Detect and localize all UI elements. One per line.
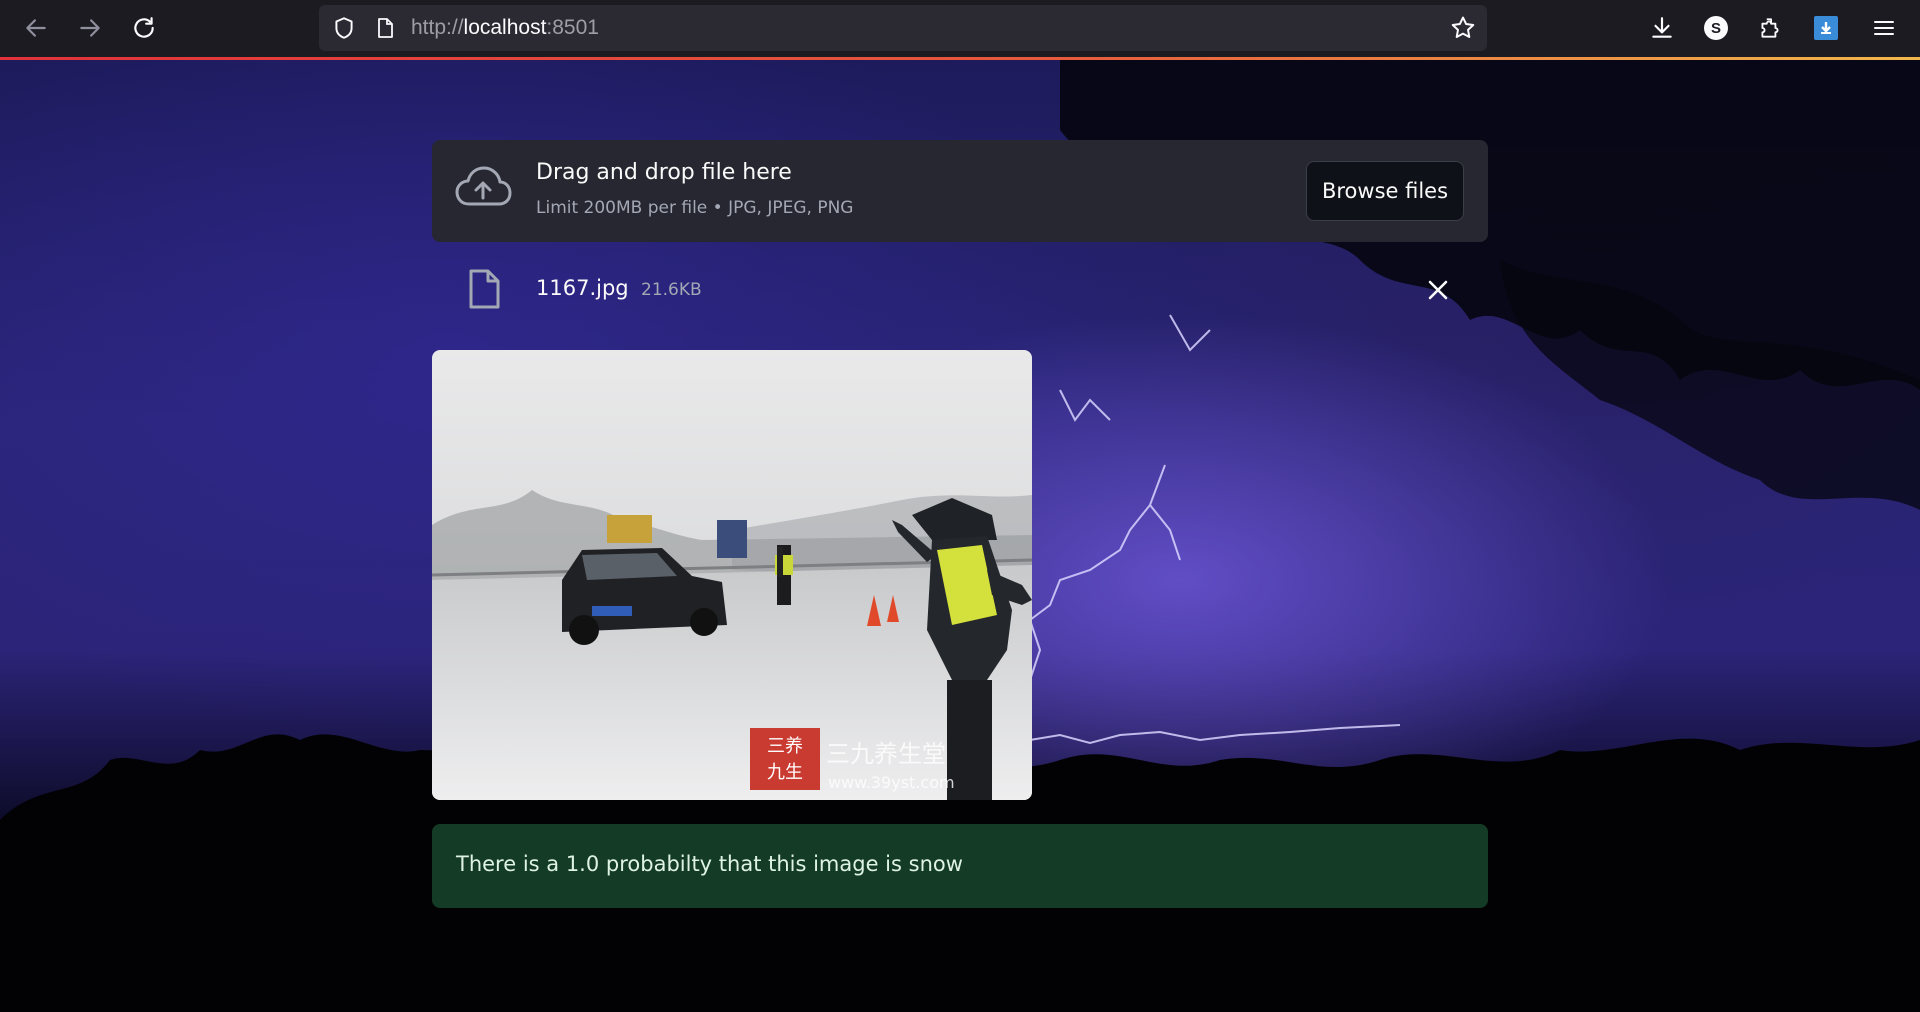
- file-size: 21.6KB: [641, 280, 702, 300]
- page-icon[interactable]: [373, 15, 397, 45]
- account-letter: S: [1704, 16, 1728, 40]
- watermark-seal-bottom: 九生: [767, 762, 803, 783]
- close-icon[interactable]: [1424, 276, 1452, 304]
- addon-icon[interactable]: [1808, 10, 1844, 46]
- url-bar[interactable]: http://localhost:8501: [319, 5, 1487, 51]
- prediction-result-text: There is a 1.0 probabilty that this imag…: [456, 852, 963, 876]
- app-page: Drag and drop file here Limit 200MB per …: [0, 60, 1920, 1012]
- dropzone-subtitle: Limit 200MB per file • JPG, JPEG, PNG: [536, 198, 854, 218]
- file-dropzone[interactable]: Drag and drop file here Limit 200MB per …: [432, 140, 1488, 242]
- url-scheme: http://: [411, 16, 464, 39]
- url-text[interactable]: http://localhost:8501: [411, 5, 599, 51]
- watermark-url: www.39yst.com: [828, 773, 955, 792]
- menu-icon[interactable]: [1866, 10, 1902, 46]
- browse-files-button[interactable]: Browse files: [1306, 161, 1464, 221]
- shield-icon[interactable]: [331, 15, 357, 45]
- reload-icon[interactable]: [126, 10, 162, 46]
- uploaded-image-preview: 三养 九生 三九养生堂 www.39yst.com: [432, 350, 1032, 800]
- download-icon[interactable]: [1644, 10, 1680, 46]
- url-port: :8501: [546, 16, 599, 39]
- watermark-cn: 三九养生堂: [826, 740, 946, 768]
- file-name: 1167.jpg: [536, 276, 629, 300]
- account-icon[interactable]: S: [1698, 10, 1734, 46]
- uploaded-file-row: 1167.jpg 21.6KB: [432, 256, 1488, 326]
- back-icon[interactable]: [18, 10, 54, 46]
- star-icon[interactable]: [1449, 14, 1477, 46]
- extensions-icon[interactable]: [1752, 10, 1788, 46]
- browser-toolbar: http://localhost:8501 S: [0, 0, 1920, 60]
- url-host: localhost: [463, 16, 547, 39]
- cloud-upload-icon: [454, 164, 512, 214]
- file-icon: [466, 268, 502, 310]
- prediction-result-box: There is a 1.0 probabilty that this imag…: [432, 824, 1488, 908]
- dropzone-title: Drag and drop file here: [536, 160, 792, 185]
- forward-icon[interactable]: [72, 10, 108, 46]
- watermark-seal-top: 三养: [767, 736, 803, 757]
